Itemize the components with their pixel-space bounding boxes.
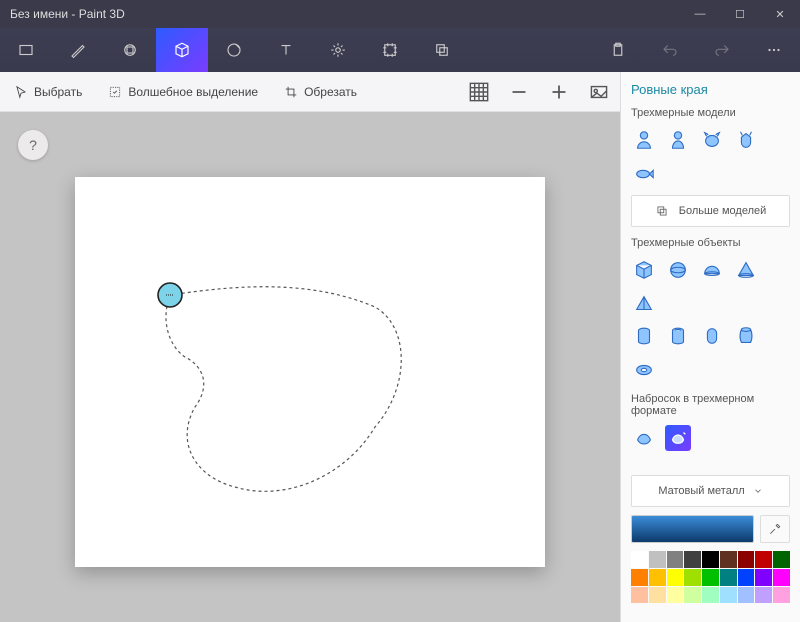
shape-cube-icon[interactable] [631, 257, 657, 283]
shape-torus-icon[interactable] [631, 357, 657, 383]
current-color[interactable] [631, 515, 754, 543]
color-swatch[interactable] [755, 587, 772, 604]
tool-paste-icon[interactable] [592, 28, 644, 72]
minimize-button[interactable]: — [680, 0, 720, 28]
shape-cylinder-icon[interactable] [631, 323, 657, 349]
color-swatch[interactable] [702, 587, 719, 604]
model-woman-icon[interactable] [665, 127, 691, 153]
magic-select-label: Волшебное выделение [128, 85, 258, 99]
tool-effects-icon[interactable] [312, 28, 364, 72]
tool-stickers-icon[interactable] [208, 28, 260, 72]
color-swatch[interactable] [667, 587, 684, 604]
tool-text-icon[interactable] [260, 28, 312, 72]
color-swatch[interactable] [684, 569, 701, 586]
color-swatch[interactable] [738, 587, 755, 604]
view-3d-icon[interactable] [586, 79, 612, 105]
tool-more-icon[interactable] [748, 28, 800, 72]
model-dog-icon[interactable] [699, 127, 725, 153]
crop-button[interactable]: Обрезать [278, 81, 363, 103]
color-swatch[interactable] [720, 587, 737, 604]
tool-ribbon [0, 28, 800, 72]
color-swatch[interactable] [702, 569, 719, 586]
shape-tube-icon[interactable] [665, 323, 691, 349]
color-swatch[interactable] [649, 569, 666, 586]
canvas[interactable] [75, 177, 545, 567]
shape-sphere-icon[interactable] [665, 257, 691, 283]
shape-capsule-icon[interactable] [699, 323, 725, 349]
color-swatch[interactable] [684, 587, 701, 604]
sketch-soft-edge-icon[interactable] [631, 425, 657, 451]
eyedropper-button[interactable] [760, 515, 790, 543]
select-button[interactable]: Выбрать [8, 81, 88, 103]
help-button[interactable]: ? [18, 130, 48, 160]
shape-cone-icon[interactable] [733, 257, 759, 283]
color-swatch[interactable] [631, 587, 648, 604]
sub-toolbar: Выбрать Волшебное выделение Обрезать [0, 72, 620, 112]
more-models-button[interactable]: Больше моделей [631, 195, 790, 227]
shape-pyramid-icon[interactable] [631, 291, 657, 317]
sidebar: Ровные края Трехмерные модели Больше мод… [620, 72, 800, 622]
color-swatch[interactable] [631, 551, 648, 568]
tool-brushes-icon[interactable] [52, 28, 104, 72]
select-label: Выбрать [34, 85, 82, 99]
window-title: Без имени - Paint 3D [10, 7, 125, 21]
color-swatch[interactable] [702, 551, 719, 568]
color-swatch[interactable] [773, 587, 790, 604]
eyedropper-icon [768, 522, 782, 536]
crop-label: Обрезать [304, 85, 357, 99]
material-select[interactable]: Матовый металл [631, 475, 790, 507]
sketch-heading: Набросок в трехмерном формате [631, 393, 790, 417]
color-swatch[interactable] [649, 587, 666, 604]
shape-hemisphere-icon[interactable] [699, 257, 725, 283]
color-swatch[interactable] [773, 551, 790, 568]
magic-select-button[interactable]: Волшебное выделение [102, 81, 264, 103]
color-swatch[interactable] [649, 551, 666, 568]
maximize-button[interactable]: ☐ [720, 0, 760, 28]
color-swatch[interactable] [755, 569, 772, 586]
tool-canvas-icon[interactable] [364, 28, 416, 72]
color-swatch[interactable] [631, 569, 648, 586]
tool-3d-shapes-icon[interactable] [156, 28, 208, 72]
tool-redo-icon[interactable] [696, 28, 748, 72]
material-label: Матовый металл [658, 485, 744, 497]
color-swatch[interactable] [720, 551, 737, 568]
sketch-hard-edge-icon[interactable] [665, 425, 691, 451]
tool-2d-shapes-icon[interactable] [104, 28, 156, 72]
color-swatch[interactable] [684, 551, 701, 568]
model-fish-icon[interactable] [631, 161, 657, 187]
canvas-area[interactable]: ? [0, 112, 620, 622]
tool-remix-icon[interactable] [416, 28, 468, 72]
chevron-down-icon [753, 486, 763, 496]
color-swatch[interactable] [667, 551, 684, 568]
tool-undo-icon[interactable] [644, 28, 696, 72]
color-swatch[interactable] [738, 551, 755, 568]
objects-heading: Трехмерные объекты [631, 237, 790, 249]
models-heading: Трехмерные модели [631, 107, 790, 119]
grid-toggle-icon[interactable] [466, 79, 492, 105]
menu-expand-icon[interactable] [0, 28, 52, 72]
zoom-out-icon[interactable] [506, 79, 532, 105]
color-swatch[interactable] [755, 551, 772, 568]
color-swatch[interactable] [667, 569, 684, 586]
titlebar: Без имени - Paint 3D — ☐ ✕ [0, 0, 800, 28]
sidebar-title: Ровные края [631, 82, 790, 97]
zoom-in-icon[interactable] [546, 79, 572, 105]
color-swatch[interactable] [738, 569, 755, 586]
freeform-sketch [75, 177, 545, 567]
color-swatch[interactable] [720, 569, 737, 586]
library-icon [655, 204, 669, 218]
model-man-icon[interactable] [631, 127, 657, 153]
color-palette [631, 551, 790, 603]
model-cat-icon[interactable] [733, 127, 759, 153]
close-button[interactable]: ✕ [760, 0, 800, 28]
color-swatch[interactable] [773, 569, 790, 586]
more-models-label: Больше моделей [679, 205, 767, 217]
shape-curved-cylinder-icon[interactable] [733, 323, 759, 349]
